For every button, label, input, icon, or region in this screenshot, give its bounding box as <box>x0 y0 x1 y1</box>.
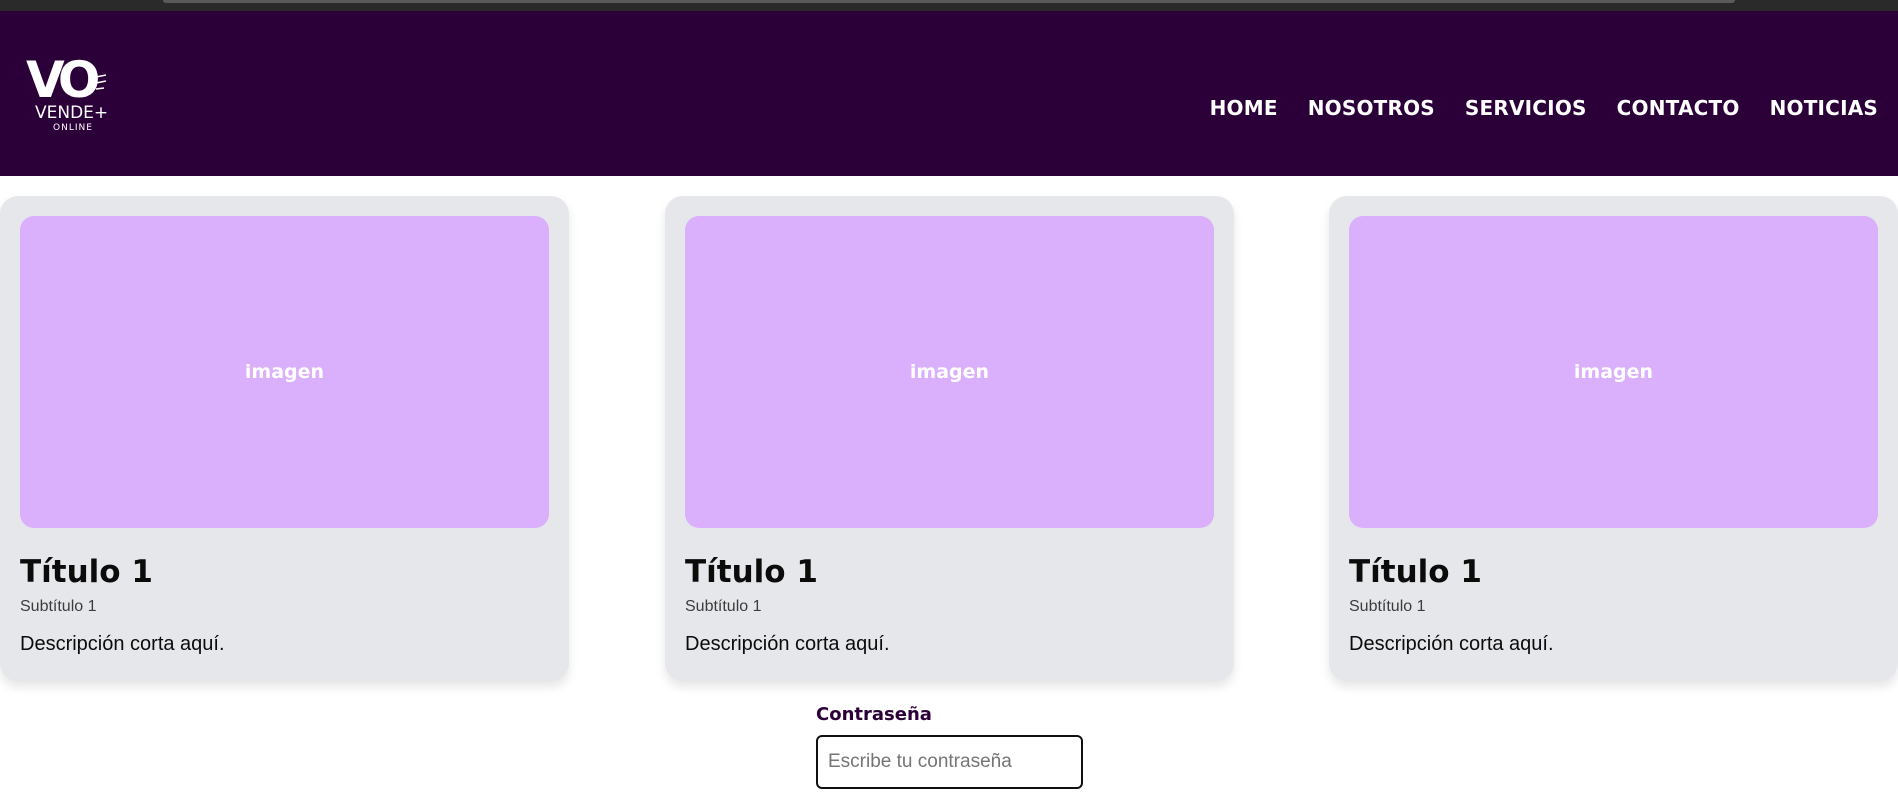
card-subtitle: Subtítulo 1 <box>20 598 97 615</box>
vo-vende-logo[interactable]: VO VENDE+ ONLINE <box>26 51 136 141</box>
card-subtitle: Subtítulo 1 <box>1349 598 1426 615</box>
main-nav: HOME NOSOTROS SERVICIOS CONTACTO NOTICIA… <box>1210 95 1898 121</box>
logo-sub-text: VENDE+ <box>35 103 108 123</box>
card-image: imagen <box>1349 216 1878 528</box>
card-subtitle: Subtítulo 1 <box>685 598 762 615</box>
card[interactable]: imagen Título 1 Subtítulo 1 Descripción … <box>665 196 1234 681</box>
card-title: Título 1 <box>20 554 153 590</box>
password-label: Contraseña <box>816 704 932 725</box>
nav-home[interactable]: HOME <box>1210 96 1278 120</box>
nav-servicios[interactable]: SERVICIOS <box>1465 96 1587 120</box>
logo-tag-text: ONLINE <box>53 123 93 133</box>
nav-nosotros[interactable]: NOSOTROS <box>1308 96 1435 120</box>
card-description: Descripción corta aquí. <box>1349 633 1554 655</box>
nav-noticias[interactable]: NOTICIAS <box>1770 96 1878 120</box>
card[interactable]: imagen Título 1 Subtítulo 1 Descripción … <box>0 196 569 681</box>
nav-contacto[interactable]: CONTACTO <box>1617 96 1740 120</box>
card-description: Descripción corta aquí. <box>20 633 225 655</box>
card-title: Título 1 <box>1349 554 1482 590</box>
logo-main-text: VO <box>26 51 98 109</box>
card-image: imagen <box>685 216 1214 528</box>
password-input[interactable] <box>816 735 1083 789</box>
card-title: Título 1 <box>685 554 818 590</box>
card[interactable]: imagen Título 1 Subtítulo 1 Descripción … <box>1329 196 1898 681</box>
site-header: VO VENDE+ ONLINE HOME NOSOTROS SERVICIOS… <box>0 11 1898 176</box>
browser-top-bar-strip <box>163 0 1735 3</box>
card-description: Descripción corta aquí. <box>685 633 890 655</box>
card-image: imagen <box>20 216 549 528</box>
browser-top-bar <box>0 0 1898 11</box>
